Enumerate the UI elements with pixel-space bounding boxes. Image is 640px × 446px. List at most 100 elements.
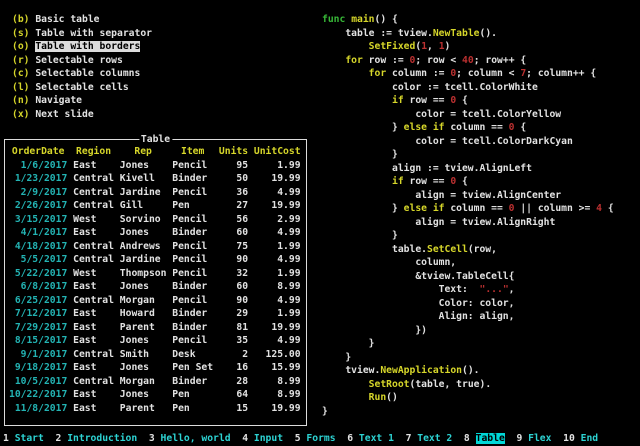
table-cell: 50 bbox=[219, 172, 248, 186]
status-slide-label: Text 2 bbox=[417, 433, 452, 444]
menu-item-table-with-separator[interactable]: (s) Table with separator bbox=[12, 27, 152, 41]
table-row: 6/8/2017EastJonesBinder608.99 bbox=[9, 280, 304, 294]
table-cell: 95 bbox=[219, 159, 248, 173]
table-cell: Central bbox=[73, 348, 114, 362]
table-cell: Parent bbox=[120, 402, 167, 416]
table-cell: Morgan bbox=[120, 294, 167, 308]
table-cell: 8.99 bbox=[254, 375, 301, 389]
status-slide-label: Start bbox=[15, 433, 44, 444]
code-token: Color: color, bbox=[322, 298, 514, 309]
menu-item-selectable-rows[interactable]: (r) Selectable rows bbox=[12, 54, 152, 68]
table-cell: 5/22/2017 bbox=[9, 267, 67, 281]
code-token: } bbox=[322, 338, 375, 349]
status-slide-introduction[interactable]: 2 Introduction bbox=[56, 433, 138, 444]
menu-item-shortcut: (c) bbox=[12, 68, 30, 79]
terminal-screen: (b) Basic table(s) Table with separator(… bbox=[0, 0, 640, 446]
status-slide-input[interactable]: 4 Input bbox=[242, 433, 283, 444]
menu-item-label: Next slide bbox=[35, 109, 93, 120]
table-cell: Jones bbox=[120, 226, 167, 240]
table-cell: 9/1/2017 bbox=[9, 348, 67, 362]
menu-item-shortcut: (o) bbox=[12, 41, 30, 52]
code-token: , bbox=[509, 284, 515, 295]
menu-item-selectable-columns[interactable]: (c) Selectable columns bbox=[12, 67, 152, 81]
code-line: align := tview.AlignLeft bbox=[322, 162, 614, 176]
table-cell: 1/6/2017 bbox=[9, 159, 67, 173]
code-line: if row == 0 { bbox=[322, 94, 614, 108]
status-slide-start[interactable]: 1 Start bbox=[3, 433, 44, 444]
status-slide-flex[interactable]: 9 Flex bbox=[516, 433, 551, 444]
table-cell: 60 bbox=[219, 226, 248, 240]
table-header-cell: Item bbox=[172, 145, 213, 159]
table-cell: Pen bbox=[172, 402, 213, 416]
status-slide-table[interactable]: 8 Table bbox=[464, 433, 505, 444]
table-cell: Andrews bbox=[120, 240, 167, 254]
menu-item-label: Selectable columns bbox=[35, 68, 140, 79]
table-cell: Pencil bbox=[172, 334, 213, 348]
table-cell: Jones bbox=[120, 334, 167, 348]
code-line: Text: "...", bbox=[322, 283, 614, 297]
table-cell: 35 bbox=[219, 334, 248, 348]
code-token: color := tcell.ColorWhite bbox=[322, 82, 538, 93]
code-token: if bbox=[392, 95, 404, 106]
table-row: 9/1/2017CentralSmithDesk2125.00 bbox=[9, 348, 304, 362]
menu-item-shortcut: (r) bbox=[12, 55, 30, 66]
code-line: } else if column == 0 { bbox=[322, 121, 614, 135]
status-slide-text-2[interactable]: 7 Text 2 bbox=[406, 433, 453, 444]
code-line: for row := 0; row < 40; row++ { bbox=[322, 54, 614, 68]
menu-item-table-with-borders[interactable]: (o) Table with borders bbox=[12, 40, 152, 54]
code-token: () bbox=[386, 392, 398, 403]
menu-item-basic-table[interactable]: (b) Basic table bbox=[12, 13, 152, 27]
code-token: tview. bbox=[322, 365, 380, 376]
table-header-cell: Region bbox=[73, 145, 114, 159]
table-cell: 2/9/2017 bbox=[9, 186, 67, 200]
table-cell: 7/12/2017 bbox=[9, 307, 67, 321]
table-panel: Table OrderDateRegionRepItemUnitsUnitCos… bbox=[4, 139, 307, 426]
status-slide-number: 9 bbox=[516, 433, 522, 444]
code-token: Text: bbox=[322, 284, 479, 295]
table-cell: Jones bbox=[120, 159, 167, 173]
code-token: } bbox=[322, 406, 328, 417]
table-cell: 8/15/2017 bbox=[9, 334, 67, 348]
menu-item-label: Table with borders bbox=[35, 41, 140, 52]
table-cell: 10/22/2017 bbox=[9, 388, 67, 402]
code-token: if bbox=[433, 122, 445, 133]
table-cell: 4.99 bbox=[254, 186, 301, 200]
table-cell: Kivell bbox=[120, 172, 167, 186]
table-cell: East bbox=[73, 402, 114, 416]
table-row: 3/15/2017WestSorvinoPencil562.99 bbox=[9, 213, 304, 227]
code-token: NewApplication bbox=[380, 365, 462, 376]
code-line: tview.NewApplication(). bbox=[322, 364, 614, 378]
code-line: color := tcell.ColorWhite bbox=[322, 81, 614, 95]
status-slide-number: 5 bbox=[295, 433, 301, 444]
status-slide-text-1[interactable]: 6 Text 1 bbox=[347, 433, 394, 444]
code-token: align := tview.AlignLeft bbox=[322, 163, 532, 174]
table-cell: Central bbox=[73, 172, 114, 186]
status-slide-end[interactable]: 10 End bbox=[563, 433, 598, 444]
menu-item-label: Selectable cells bbox=[35, 82, 128, 93]
table-header-cell: Units bbox=[219, 145, 248, 159]
table-cell: West bbox=[73, 267, 114, 281]
table-cell: 7/29/2017 bbox=[9, 321, 67, 335]
table-cell: East bbox=[73, 159, 114, 173]
code-line: } bbox=[322, 148, 614, 162]
table-cell: 8.99 bbox=[254, 388, 301, 402]
menu-item-navigate[interactable]: (n) Navigate bbox=[12, 94, 152, 108]
code-token: (). bbox=[462, 365, 480, 376]
menu-item-shortcut: (n) bbox=[12, 95, 30, 106]
code-token: table. bbox=[322, 244, 427, 255]
menu-item-next-slide[interactable]: (x) Next slide bbox=[12, 108, 152, 122]
status-slide-number: 8 bbox=[464, 433, 470, 444]
code-token: column := bbox=[386, 68, 450, 79]
status-slide-hello-world[interactable]: 3 Hello, world bbox=[149, 433, 231, 444]
code-token: if bbox=[433, 203, 445, 214]
table-cell: Binder bbox=[172, 321, 213, 335]
table-cell: 1/23/2017 bbox=[9, 172, 67, 186]
status-slide-label: Hello, world bbox=[161, 433, 231, 444]
menu-item-selectable-cells[interactable]: (l) Selectable cells bbox=[12, 81, 152, 95]
table-cell: 2 bbox=[219, 348, 248, 362]
table-cell: Binder bbox=[172, 307, 213, 321]
table-cell: East bbox=[73, 388, 114, 402]
table-cell: Pen bbox=[172, 388, 213, 402]
code-token: ) bbox=[445, 41, 451, 52]
status-slide-forms[interactable]: 5 Forms bbox=[295, 433, 336, 444]
